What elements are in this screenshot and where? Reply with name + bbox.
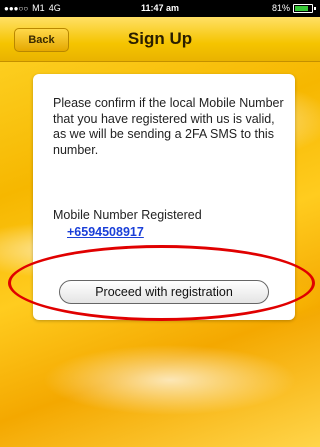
proceed-registration-button[interactable]: Proceed with registration bbox=[59, 280, 269, 304]
status-bar: ●●●○○ M1 4G 11:47 am 81% bbox=[0, 0, 320, 17]
battery-percent: 81% bbox=[271, 3, 290, 13]
battery-tip-icon bbox=[314, 6, 316, 10]
status-bar-right: 81% bbox=[272, 3, 316, 13]
navigation-bar: Back Sign Up bbox=[0, 17, 320, 62]
registered-number-link[interactable]: +6594508917 bbox=[67, 225, 144, 239]
confirmation-card: Please confirm if the local Mobile Numbe… bbox=[33, 74, 295, 320]
confirmation-message: Please confirm if the local Mobile Numbe… bbox=[53, 96, 284, 157]
page-title: Sign Up bbox=[127, 29, 193, 48]
battery-icon bbox=[293, 3, 313, 13]
registered-number-label: Mobile Number Registered bbox=[53, 208, 202, 222]
